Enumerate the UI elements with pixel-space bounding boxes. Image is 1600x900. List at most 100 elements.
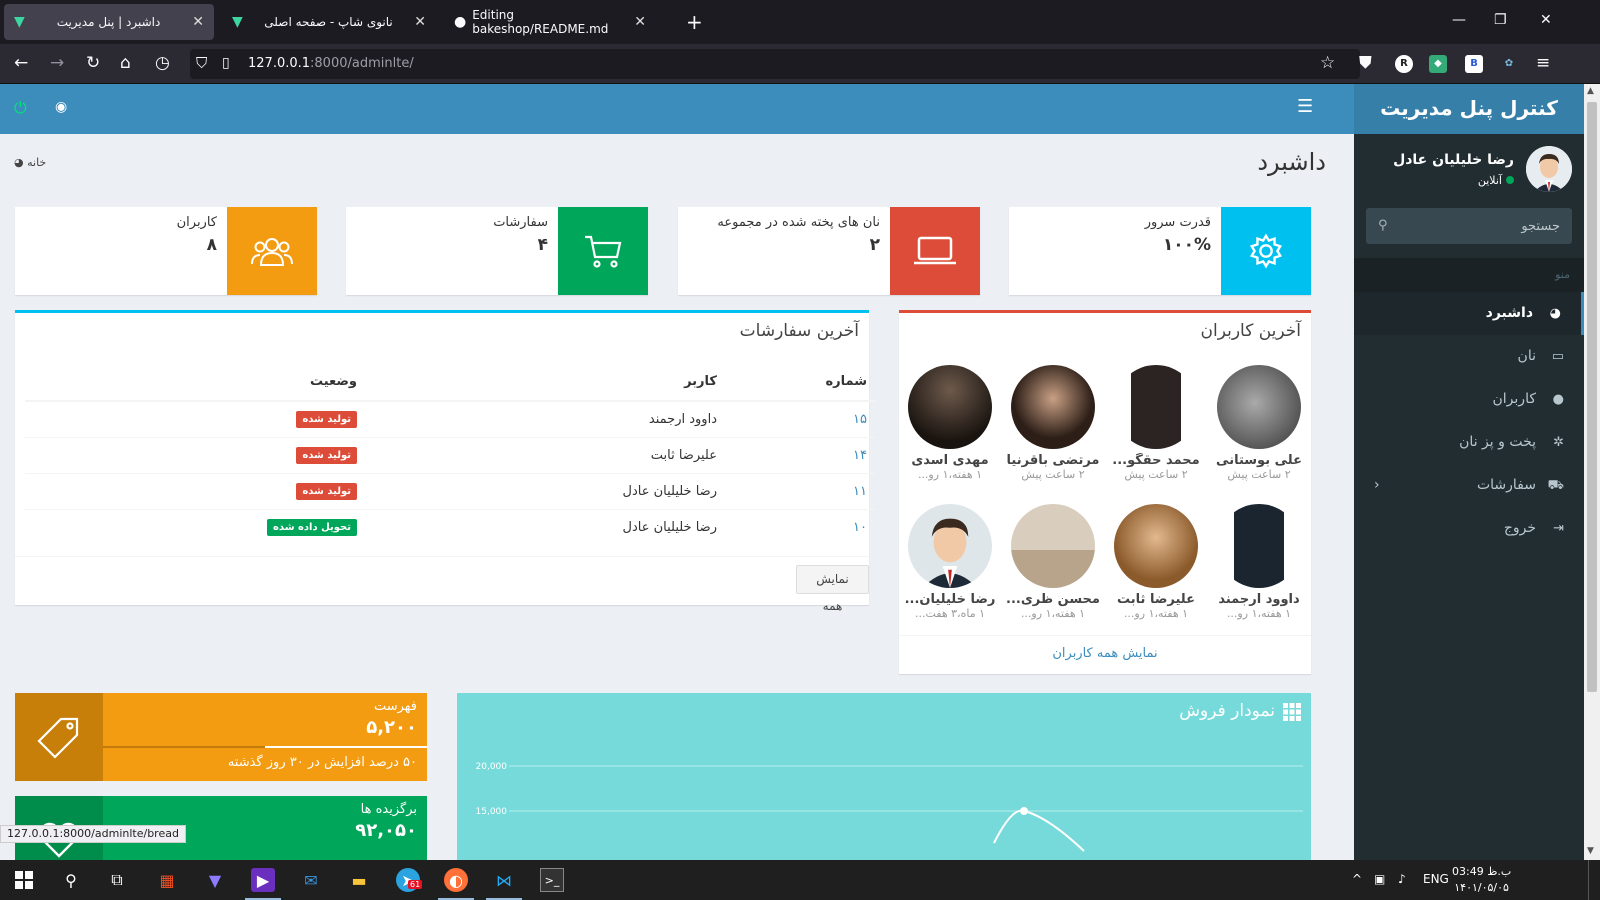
user-tile-name[interactable]: علیرضا ثابت: [1106, 592, 1206, 607]
order-id-link[interactable]: ۱۰: [853, 520, 867, 535]
user-tile-name[interactable]: علی بوستانی: [1209, 453, 1309, 468]
extension-b-icon[interactable]: B: [1465, 55, 1483, 73]
view-all-users-link[interactable]: نمایش همه کاربران: [899, 646, 1311, 661]
user-tile-name[interactable]: مهدی اسدی: [900, 453, 1000, 468]
terminal-icon[interactable]: >_: [540, 868, 564, 892]
telegram-icon[interactable]: ➤ 61: [396, 868, 423, 892]
bookmark-star-icon[interactable]: ☆: [1320, 53, 1335, 73]
order-id-link[interactable]: ۱۴: [853, 448, 867, 463]
close-icon[interactable]: ✕: [634, 14, 646, 30]
user-tile-time: ۲ ساعت پیش: [1021, 468, 1085, 481]
view-all-orders-button[interactable]: نمایش همه: [796, 565, 869, 613]
scroll-up-icon[interactable]: ▲: [1587, 86, 1594, 96]
user-tile[interactable]: علی بوستانی ۲ ساعت پیش: [1209, 365, 1309, 481]
column-header-status: وضعیت: [25, 363, 365, 402]
user-tile-name[interactable]: محسن ظری...: [1003, 592, 1103, 607]
page-icon: ▯: [222, 55, 230, 71]
user-tile-name[interactable]: داوود ارجمند: [1209, 592, 1309, 607]
info-box-server: قدرت سرور ۱۰۰%: [1009, 207, 1311, 295]
extension-r-icon[interactable]: R: [1395, 55, 1413, 73]
vscode-icon[interactable]: ⋈: [486, 868, 522, 900]
store-icon[interactable]: ▦: [155, 868, 179, 892]
user-tile[interactable]: داوود ارجمند ۱ هفته،۱ رو...: [1209, 504, 1309, 620]
tray-chevron-up-icon[interactable]: ^: [1352, 872, 1362, 886]
sidebar-item-label: خروج: [1503, 520, 1536, 536]
avatar: [1011, 365, 1095, 449]
sidebar-search: ⚲: [1366, 208, 1572, 244]
forward-icon[interactable]: →: [50, 53, 64, 73]
user-tile-name[interactable]: محمد حقگو...: [1106, 453, 1206, 468]
mail-icon[interactable]: ✉: [299, 868, 323, 892]
tab-github-readme[interactable]: ● Editing bakeshop/README.md ✕: [444, 4, 656, 40]
user-tile-name[interactable]: مرتضی باقرنیا: [1003, 453, 1103, 468]
url-text[interactable]: 127.0.0.1:8000/adminlte/: [248, 56, 414, 71]
shield-icon[interactable]: ⛉: [196, 53, 207, 73]
online-dot-icon: [1506, 176, 1514, 184]
order-id-link[interactable]: ۱۵: [853, 412, 867, 427]
scrollbar-thumb[interactable]: [1587, 102, 1597, 692]
sidebar-item-bread[interactable]: ▭ نان: [1354, 335, 1584, 378]
breadcrumb-home[interactable]: خانه: [27, 156, 46, 169]
user-tile[interactable]: محمد حقگو... ۲ ساعت پیش: [1106, 365, 1206, 481]
restore-icon[interactable]: ❐: [1494, 12, 1507, 28]
reload-icon[interactable]: ↻: [86, 53, 100, 73]
close-icon[interactable]: ✕: [414, 14, 426, 30]
tab-shop-home[interactable]: ✕ نانوی شاپ - صفحه اصلی ▼: [222, 4, 436, 40]
user-tile[interactable]: علیرضا ثابت ۱ هفته،۱ رو...: [1106, 504, 1206, 620]
minimize-icon[interactable]: —: [1452, 12, 1466, 28]
avatar: [1217, 365, 1301, 449]
search-icon[interactable]: ⚲: [1378, 218, 1388, 233]
search-icon[interactable]: ⚲: [59, 868, 83, 892]
scroll-down-icon[interactable]: ▼: [1587, 846, 1594, 856]
search-input[interactable]: [1402, 208, 1572, 244]
show-desktop-button[interactable]: [1588, 860, 1589, 900]
info-box-icon: [1221, 207, 1311, 295]
network-icon[interactable]: ▣: [1374, 872, 1385, 886]
new-tab-button[interactable]: +: [686, 10, 703, 34]
info-box-icon: [227, 207, 317, 295]
history-icon[interactable]: ◷: [155, 53, 170, 73]
visual-studio-icon[interactable]: ▶: [245, 868, 281, 900]
pocket-icon[interactable]: ⛊: [1359, 53, 1372, 73]
home-icon[interactable]: ⌂: [120, 53, 131, 73]
user-name: رضا خلیلیان عادل: [1393, 152, 1514, 168]
order-id-link[interactable]: ۱۱: [853, 484, 867, 499]
user-tile[interactable]: مهدی اسدی ۱ هفته،۱ رو...: [900, 365, 1000, 481]
user-tile-name[interactable]: رضا خلیلیان...: [900, 592, 1000, 607]
user-tile[interactable]: محسن ظری... ۱ هفته،۱ رو...: [1003, 504, 1103, 620]
sidebar-item-logout[interactable]: ⇥ خروج: [1354, 507, 1584, 550]
user-tile[interactable]: رضا خلیلیان... ۱ ماه،۳ هفت...: [900, 504, 1000, 620]
user-tile[interactable]: مرتضی باقرنیا ۲ ساعت پیش: [1003, 365, 1103, 481]
close-window-icon[interactable]: ✕: [1540, 12, 1552, 28]
extension-green-icon[interactable]: ◆: [1429, 55, 1447, 73]
sidebar-toggle-icon[interactable]: ☰: [1297, 96, 1313, 117]
close-icon[interactable]: ✕: [192, 14, 204, 30]
volume-icon[interactable]: ♪: [1398, 872, 1406, 886]
admin-brand[interactable]: کنترل پنل مدیریت: [1354, 84, 1584, 134]
column-header-user: کاربر: [365, 363, 725, 402]
y-tick-label: 20,000: [476, 762, 508, 772]
sidebar-item-users[interactable]: ● کاربران: [1354, 378, 1584, 421]
tab-dashboard[interactable]: ✕ داشبرد | پنل مدیریت ▼: [4, 4, 214, 40]
windows-start-icon[interactable]: [12, 868, 36, 892]
task-view-icon[interactable]: ⧉: [105, 868, 129, 892]
status-badge: تولید شده: [296, 482, 357, 500]
url-bar[interactable]: ⛉ ▯ 127.0.0.1:8000/adminlte/ ☆: [190, 49, 1360, 79]
taskbar-clock[interactable]: 03:49 ب.ظ ۱۴۰۱/۰۵/۰۵: [1452, 864, 1511, 896]
chart-data-point[interactable]: [1020, 807, 1028, 815]
vpn-app-icon[interactable]: ▼: [203, 868, 227, 892]
extension-colors-icon[interactable]: ✿: [1500, 55, 1518, 73]
file-explorer-icon[interactable]: ▬: [347, 868, 371, 892]
eye-icon[interactable]: ◉: [55, 99, 67, 115]
language-indicator[interactable]: ENG: [1423, 872, 1449, 886]
firefox-icon[interactable]: ◐: [438, 868, 474, 900]
back-icon[interactable]: ←: [14, 53, 28, 73]
menu-hamburger-icon[interactable]: ≡: [1536, 53, 1550, 73]
sidebar-item-orders[interactable]: ⛟ سفارشات ‹: [1354, 464, 1584, 507]
breadcrumb[interactable]: خانه ◕: [14, 156, 46, 169]
sidebar-item-dashboard[interactable]: ◕ داشبرد: [1354, 292, 1584, 335]
small-box-icon: [15, 693, 103, 781]
page-scrollbar[interactable]: ▲ ▼: [1584, 84, 1600, 860]
sidebar-item-baking[interactable]: ✲ پخت و پز نان: [1354, 421, 1584, 464]
power-icon[interactable]: ⏻: [14, 98, 27, 118]
